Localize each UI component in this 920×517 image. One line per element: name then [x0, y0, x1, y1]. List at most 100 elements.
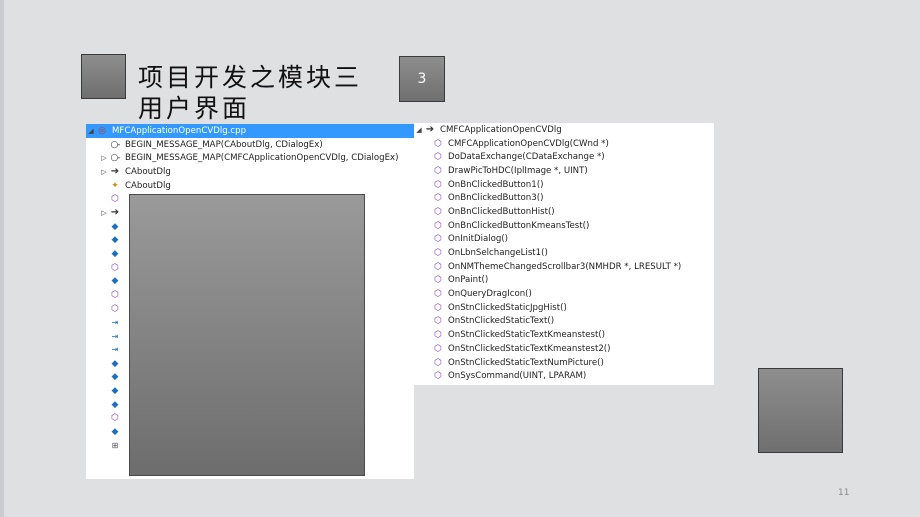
member-label: OnBnClickedButtonKmeansTest() [448, 220, 590, 231]
method-icon: ⬡ [434, 275, 442, 286]
page-number: 11 [838, 488, 850, 498]
decorative-square-bottom-right [758, 368, 843, 453]
decorative-square-top-left [81, 54, 126, 99]
namespace-icon: ⊞ [111, 441, 119, 451]
field-icon: ◆ [111, 385, 119, 396]
member-item[interactable]: ⬡ OnStnClickedStaticJpgHist() [432, 301, 714, 315]
tree-item[interactable]: ✦ CAboutDlg [86, 179, 414, 193]
tree-root-class[interactable]: ◢ ➔ CMFCApplicationOpenCVDlg [414, 123, 714, 137]
cpp-file-icon: ◎ [98, 125, 106, 136]
tree-item-label: BEGIN_MESSAGE_MAP(CMFCApplicationOpenCVD… [125, 153, 399, 164]
method-icon: ⬡ [434, 302, 442, 313]
tree-root-label: MFCApplicationOpenCVDlg.cpp [112, 125, 247, 136]
member-label: OnPaint() [448, 275, 489, 286]
method-icon: ⬡ [434, 248, 442, 259]
arrow-icon: ➔ [110, 166, 120, 178]
member-label: OnStnClickedStaticJpgHist() [448, 302, 567, 313]
tree-root-file[interactable]: ◢ ◎ MFCApplicationOpenCVDlg.cpp [86, 124, 414, 138]
member-item[interactable]: ⬡ OnStnClickedStaticText() [432, 315, 714, 329]
method-icon: ⬡ [111, 194, 119, 205]
member-label: OnSysCommand(UINT, LPARAM) [448, 371, 587, 382]
member-item[interactable]: ⬡ DoDataExchange(CDataExchange *) [432, 150, 714, 164]
slide-title: 项目开发之模块三用户界面 [138, 63, 363, 123]
method-icon: ⬡ [434, 357, 442, 368]
expand-toggle-icon[interactable]: ▷ [99, 209, 109, 217]
member-item[interactable]: ⬡ OnBnClickedButton3() [432, 191, 714, 205]
arrow-icon: ➔ [110, 207, 120, 219]
expand-toggle-icon[interactable]: ▷ [99, 154, 109, 162]
member-label: OnBnClickedButton1() [448, 179, 544, 190]
member-label: OnStnClickedStaticTextNumPicture() [448, 357, 604, 368]
method-icon: ⬡ [434, 234, 442, 245]
method-icon: ⬡ [434, 152, 442, 163]
method-icon: ⬡ [434, 165, 442, 176]
method-icon: ⬡ [434, 220, 442, 231]
class-view-panel-right: ◢ ➔ CMFCApplicationOpenCVDlg ⬡ CMFCApplic… [414, 123, 714, 385]
expand-toggle-icon[interactable]: ◢ [86, 127, 96, 135]
tree-item[interactable]: ▷ ○‑ BEGIN_MESSAGE_MAP(CMFCApplicationOpen… [86, 151, 414, 165]
member-item[interactable]: ⬡ OnStnClickedStaticTextNumPicture() [432, 356, 714, 370]
tree-root-label: CMFCApplicationOpenCVDlg [440, 124, 562, 135]
arrow-icon: ➔ [425, 124, 435, 136]
field-icon: ◆ [111, 426, 119, 437]
member-item[interactable]: ⬡ OnStnClickedStaticTextKmeanstest2() [432, 342, 714, 356]
method-icon: ⬡ [434, 316, 442, 327]
member-label: OnBnClickedButtonHist() [448, 206, 555, 217]
event-icon: ⇥ [111, 331, 119, 341]
method-icon: ⬡ [434, 289, 442, 300]
method-icon: ⬡ [434, 261, 442, 272]
method-icon: ⬡ [111, 262, 119, 273]
member-label: OnStnClickedStaticTextKmeanstest2() [448, 343, 611, 354]
member-item[interactable]: ⬡ OnQueryDragIcon() [432, 287, 714, 301]
member-item[interactable]: ⬡ OnBnClickedButtonHist() [432, 205, 714, 219]
member-label: DoDataExchange(CDataExchange *) [448, 152, 605, 163]
method-icon: ⬡ [434, 138, 442, 149]
member-item[interactable]: ⬡ OnSysCommand(UINT, LPARAM) [432, 369, 714, 383]
member-label: OnInitDialog() [448, 234, 509, 245]
member-item[interactable]: ⬡ DrawPicToHDC(IplImage *, UINT) [432, 164, 714, 178]
tree-item-label: CAboutDlg [125, 166, 171, 177]
member-label: OnLbnSelchangeList1() [448, 248, 548, 259]
field-icon: ◆ [111, 358, 119, 369]
member-label: OnBnClickedButton3() [448, 193, 544, 204]
member-item[interactable]: ⬡ OnInitDialog() [432, 233, 714, 247]
method-icon: ⬡ [434, 193, 442, 204]
member-item[interactable]: ⬡ OnNMThemeChangedScrollbar3(NMHDR *, LRE… [432, 260, 714, 274]
field-icon: ◆ [111, 372, 119, 383]
method-icon: ⬡ [434, 206, 442, 217]
member-item[interactable]: ⬡ OnPaint() [432, 274, 714, 288]
member-label: OnStnClickedStaticTextKmeanstest() [448, 330, 606, 341]
event-icon: ⇥ [111, 345, 119, 355]
method-icon: ⬡ [434, 371, 442, 382]
field-icon: ◆ [111, 399, 119, 410]
member-label: OnNMThemeChangedScrollbar3(NMHDR *, LRES… [448, 261, 682, 272]
tree-item[interactable]: ○‑ BEGIN_MESSAGE_MAP(CAboutDlg, CDialogEx… [86, 138, 414, 152]
member-item[interactable]: ⬡ OnBnClickedButtonKmeansTest() [432, 219, 714, 233]
slide-left-rule [0, 0, 4, 517]
member-label: CMFCApplicationOpenCVDlg(CWnd *) [448, 138, 609, 149]
event-icon: ⇥ [111, 317, 119, 327]
expand-toggle-icon[interactable]: ◢ [414, 126, 424, 134]
macro-icon: ○‑ [110, 139, 120, 150]
member-item[interactable]: ⬡ CMFCApplicationOpenCVDlg(CWnd *) [432, 137, 714, 151]
redaction-overlay [129, 194, 365, 476]
method-icon: ⬡ [434, 330, 442, 341]
method-icon: ⬡ [434, 343, 442, 354]
field-icon: ◆ [111, 235, 119, 246]
macro-icon: ○‑ [110, 153, 120, 164]
class-icon: ✦ [111, 180, 119, 191]
tree-item-label: CAboutDlg [125, 180, 171, 191]
member-item[interactable]: ⬡ OnBnClickedButton1() [432, 178, 714, 192]
tree-item-label: BEGIN_MESSAGE_MAP(CAboutDlg, CDialogEx) [125, 139, 323, 150]
expand-toggle-icon[interactable]: ▷ [99, 168, 109, 176]
member-item[interactable]: ⬡ OnLbnSelchangeList1() [432, 246, 714, 260]
member-item[interactable]: ⬡ OnStnClickedStaticTextKmeanstest() [432, 328, 714, 342]
member-label: OnQueryDragIcon() [448, 289, 532, 300]
member-label: OnStnClickedStaticText() [448, 316, 555, 327]
field-icon: ◆ [111, 249, 119, 260]
tree-item[interactable]: ▷ ➔ CAboutDlg [86, 165, 414, 179]
method-icon: ⬡ [111, 413, 119, 424]
member-label: DrawPicToHDC(IplImage *, UINT) [448, 165, 588, 176]
section-number-badge: 3 [399, 56, 445, 102]
field-icon: ◆ [111, 276, 119, 287]
